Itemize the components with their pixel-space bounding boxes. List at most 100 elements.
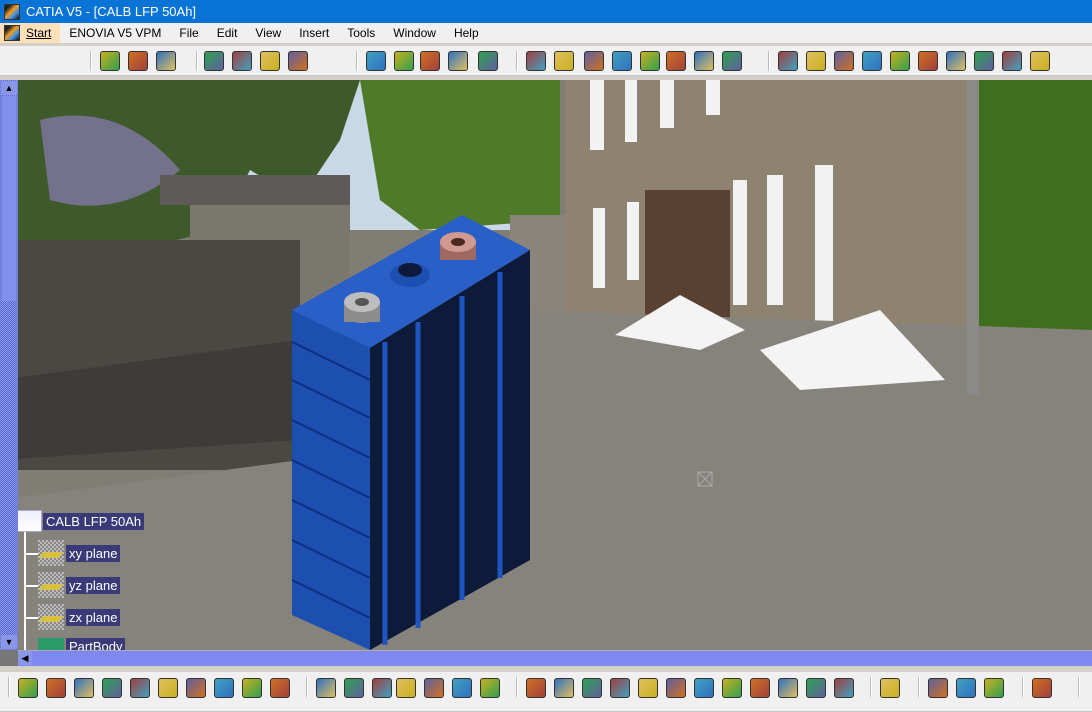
tree-node-label: xy plane (66, 544, 121, 562)
save-icon[interactable] (74, 678, 94, 698)
plane-icon (38, 572, 64, 598)
paste-icon[interactable] (186, 678, 206, 698)
remove-face-icon[interactable] (946, 51, 966, 71)
lock-icon[interactable] (452, 678, 472, 698)
catalog-icon[interactable] (372, 678, 392, 698)
chamfer-icon[interactable] (806, 51, 826, 71)
tree-line (24, 553, 38, 555)
toolbar-separator (1022, 677, 1024, 697)
open-icon[interactable] (46, 678, 66, 698)
measure-between-icon[interactable] (928, 678, 948, 698)
slot-icon[interactable] (694, 51, 714, 71)
tree-node-label: PartBody (66, 638, 126, 650)
shading-icon[interactable] (778, 678, 798, 698)
cut-icon[interactable] (130, 678, 150, 698)
update-icon[interactable] (880, 678, 900, 698)
menu-start-label: Start (26, 26, 52, 40)
menu-bar: Start ENOVIA V5 VPM File Edit View Inser… (0, 23, 1092, 43)
split-icon[interactable] (1002, 51, 1022, 71)
hide-show-icon[interactable] (806, 678, 826, 698)
draft-icon[interactable] (834, 51, 854, 71)
flag-note-icon[interactable] (394, 51, 414, 71)
tree-node-label: CALB LFP 50Ah (43, 512, 145, 530)
thickness-icon[interactable] (890, 51, 910, 71)
rib-icon[interactable] (666, 51, 686, 71)
scroll-thumb[interactable] (2, 96, 16, 301)
menu-start[interactable]: Start (0, 23, 61, 43)
pocket-icon[interactable] (554, 51, 574, 71)
menu-enovia[interactable]: ENOVIA V5 VPM (60, 26, 170, 40)
redo-icon[interactable] (242, 678, 262, 698)
menu-view[interactable]: View (246, 26, 290, 40)
whats-this-icon[interactable] (270, 678, 290, 698)
capture-icon[interactable] (1032, 678, 1052, 698)
shaft-icon[interactable] (584, 51, 604, 71)
measure-item-icon[interactable] (956, 678, 976, 698)
replace-face-icon[interactable] (974, 51, 994, 71)
multi-view-icon[interactable] (722, 678, 742, 698)
toolbar-separator (196, 51, 198, 71)
zoom-in-icon[interactable] (638, 678, 658, 698)
tree-node-root[interactable]: CALB LFP 50Ah (16, 510, 145, 532)
hole-icon[interactable] (640, 51, 660, 71)
apply-material-icon[interactable] (984, 678, 1004, 698)
menu-window[interactable]: Window (384, 26, 445, 40)
tree-node-partbody[interactable]: PartBody (38, 638, 126, 650)
measure-icon[interactable] (478, 51, 498, 71)
knowledge-icon[interactable] (344, 678, 364, 698)
tree-node-xy-plane[interactable]: xy plane (38, 540, 121, 566)
partbody-icon (38, 638, 64, 650)
swap-space-icon[interactable] (834, 678, 854, 698)
formula-icon[interactable] (316, 678, 336, 698)
normal-view-icon[interactable] (694, 678, 714, 698)
undo-icon[interactable] (214, 678, 234, 698)
fit-all-icon[interactable] (554, 678, 574, 698)
toolbar-separator (870, 677, 872, 697)
material-icon[interactable] (448, 51, 468, 71)
toolbar-separator (8, 677, 10, 697)
scroll-down-button[interactable]: ▼ (1, 635, 17, 649)
print-icon[interactable] (102, 678, 122, 698)
3d-viewport[interactable] (0, 80, 1092, 650)
menu-file[interactable]: File (170, 26, 207, 40)
thread-icon[interactable] (918, 51, 938, 71)
annotation-plane-icon[interactable] (420, 51, 440, 71)
parameters-icon[interactable] (480, 678, 500, 698)
plane-icon[interactable] (156, 51, 176, 71)
menu-edit[interactable]: Edit (208, 26, 247, 40)
vertical-scrollbar[interactable]: ▲ ▼ (0, 80, 18, 650)
fly-mode-icon[interactable] (526, 678, 546, 698)
sketch-icon[interactable] (204, 51, 224, 71)
fillet-icon[interactable] (778, 51, 798, 71)
point-icon[interactable] (100, 51, 120, 71)
table-icon[interactable] (396, 678, 416, 698)
menu-insert[interactable]: Insert (290, 26, 338, 40)
positioned-sketch-icon[interactable] (232, 51, 252, 71)
pad-icon[interactable] (526, 51, 546, 71)
start-icon (4, 25, 20, 41)
groove-icon[interactable] (612, 51, 632, 71)
scroll-up-button[interactable]: ▲ (1, 81, 17, 95)
sketch-edit-icon[interactable] (288, 51, 308, 71)
stiffener-icon[interactable] (722, 51, 742, 71)
line-icon[interactable] (128, 51, 148, 71)
iso-view-icon[interactable] (750, 678, 770, 698)
scroll-left-button[interactable]: ◀ (18, 651, 32, 665)
copy-icon[interactable] (158, 678, 178, 698)
sew-icon[interactable] (1030, 51, 1050, 71)
shell-icon[interactable] (862, 51, 882, 71)
tree-line (24, 532, 26, 652)
zoom-out-icon[interactable] (666, 678, 686, 698)
sketch-analysis-icon[interactable] (260, 51, 280, 71)
pan-icon[interactable] (582, 678, 602, 698)
tree-node-yz-plane[interactable]: yz plane (38, 572, 121, 598)
menu-tools[interactable]: Tools (338, 26, 384, 40)
rotate-icon[interactable] (610, 678, 630, 698)
new-icon[interactable] (18, 678, 38, 698)
toolbar-separator (306, 677, 308, 697)
text-with-leader-icon[interactable] (366, 51, 386, 71)
tree-icon[interactable] (424, 678, 444, 698)
tree-node-zx-plane[interactable]: zx plane (38, 604, 121, 630)
menu-help[interactable]: Help (445, 26, 488, 40)
horizontal-scrollbar[interactable]: ◀ (18, 650, 1092, 666)
